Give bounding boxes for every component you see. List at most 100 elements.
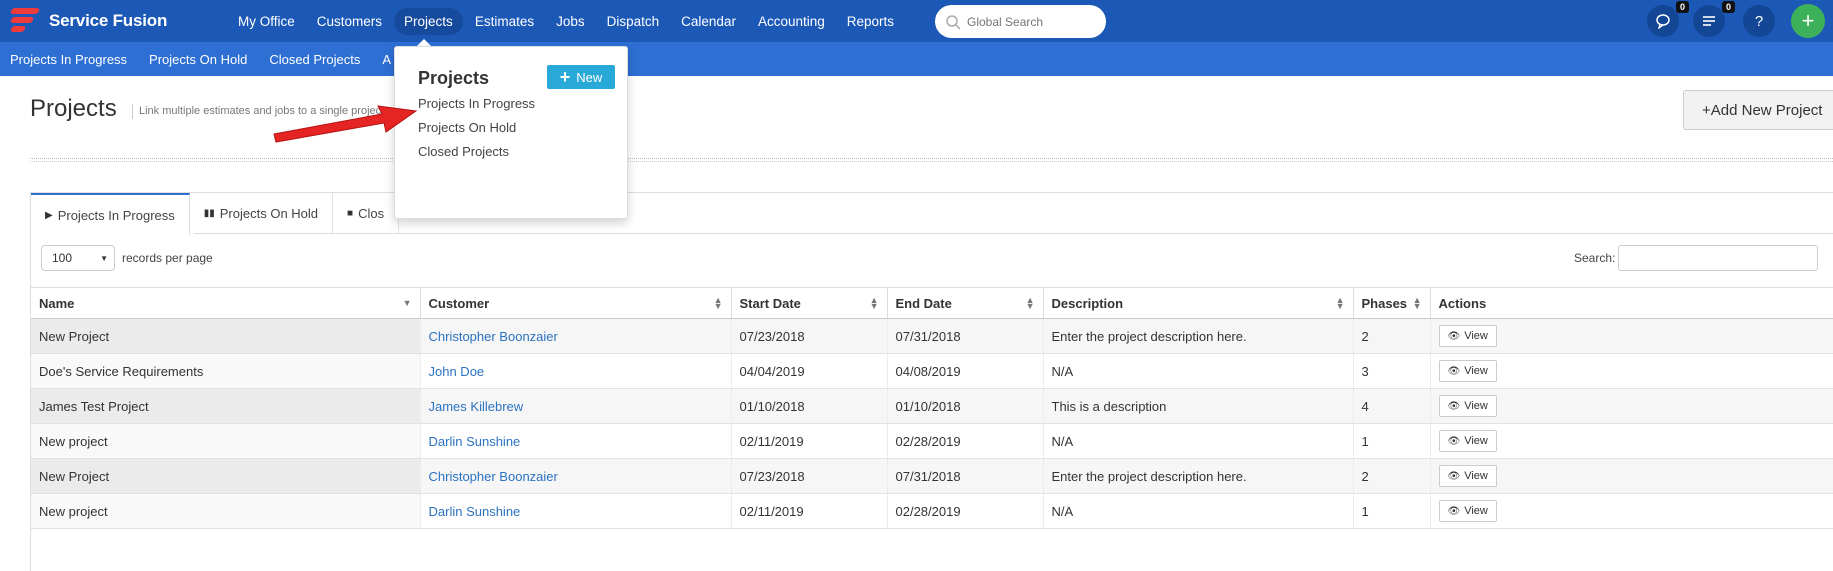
view-button[interactable]: 👁 View [1438,500,1497,522]
page-length-select[interactable]: 100 ▼ [41,245,115,271]
global-search[interactable] [935,5,1106,38]
divider [30,161,1833,162]
description: N/A [1043,493,1354,529]
end-date: 01/10/2018 [887,388,1044,424]
add-new-project-button[interactable]: +Add New Project [1683,90,1833,130]
sort-icon: ▲ ▼ [1412,295,1422,311]
table-row: New project Darlin Sunshine 02/11/2019 0… [31,423,1833,459]
description: Enter the project description here. [1043,458,1354,494]
pause-icon: ▮▮ [203,208,215,219]
table-search-label: Search: [1574,251,1616,265]
customer-link[interactable]: Christopher Boonzaier [429,469,558,484]
page-title: Projects [30,95,117,122]
brand-name: Service Fusion [49,11,168,30]
page-length-control: 100 ▼ records per page [41,245,213,271]
project-tabs: ▶ Projects In Progress ▮▮ Projects On Ho… [31,193,400,235]
description: N/A [1043,353,1354,389]
quick-add-button[interactable]: + [1791,4,1825,38]
end-date: 02/28/2019 [887,493,1044,529]
nav-jobs[interactable]: Jobs [546,8,595,35]
col-header-phases[interactable]: Phases ▲ ▼ [1353,287,1431,319]
tab-projects-on-hold[interactable]: ▮▮ Projects On Hold [190,193,334,234]
view-button[interactable]: 👁 View [1438,395,1497,417]
subnav-projects-in-progress[interactable]: Projects In Progress [10,52,127,67]
end-date: 02/28/2019 [887,423,1044,459]
global-search-input[interactable] [967,14,1092,29]
col-header-actions: Actions [1430,287,1833,319]
chat-count-badge: 0 [1675,1,1689,13]
table-row: Doe's Service Requirements John Doe 04/0… [31,353,1833,389]
red-arrow-annotation [273,105,418,143]
subnav-more[interactable]: A [382,52,391,67]
nav-reports[interactable]: Reports [837,8,904,35]
project-name: New Project [31,318,421,354]
description: This is a description [1043,388,1354,424]
view-button[interactable]: 👁 View [1438,430,1497,452]
end-date: 04/08/2019 [887,353,1044,389]
customer-link[interactable]: Darlin Sunshine [429,504,521,519]
eye-icon: 👁 [1447,505,1461,517]
phases: 1 [1353,423,1431,459]
col-header-end-date[interactable]: End Date ▲ ▼ [887,287,1044,319]
help-button[interactable]: ? [1743,5,1775,37]
nav-dispatch[interactable]: Dispatch [597,8,670,35]
tab-label: Clos [358,206,385,221]
table-search-input[interactable] [1618,245,1819,271]
sort-desc-icon: ▼ [402,298,412,308]
top-navbar: Service Fusion My Office Customers Proje… [0,0,1833,42]
tab-projects-in-progress[interactable]: ▶ Projects In Progress [31,193,190,235]
eye-icon: 👁 [1447,365,1461,377]
customer-link[interactable]: John Doe [429,364,485,379]
app-logo[interactable]: Service Fusion [7,5,167,37]
col-header-description[interactable]: Description ▲ ▼ [1043,287,1354,319]
help-icon: ? [1754,12,1764,30]
chat-button[interactable]: 0 [1647,1,1689,37]
col-header-name[interactable]: Name ▼ [31,287,421,319]
start-date: 07/23/2018 [731,318,888,354]
projects-panel: ▶ Projects In Progress ▮▮ Projects On Ho… [30,192,1833,571]
view-button[interactable]: 👁 View [1438,360,1497,382]
col-header-start-date[interactable]: Start Date ▲ ▼ [731,287,888,319]
tabs-divider [194,233,1833,234]
dropdown-item-projects-on-hold[interactable]: Projects On Hold [418,120,516,135]
subnav-projects-on-hold[interactable]: Projects On Hold [149,52,247,67]
col-header-customer[interactable]: Customer ▲ ▼ [420,287,732,319]
customer-link[interactable]: James Killebrew [429,399,524,414]
new-label: New [576,69,603,85]
end-date: 07/31/2018 [887,318,1044,354]
subnav-closed-projects[interactable]: Closed Projects [269,52,360,67]
project-name: New project [31,423,421,459]
nav-calendar[interactable]: Calendar [671,8,746,35]
notes-button[interactable]: 0 [1693,1,1735,37]
end-date: 07/31/2018 [887,458,1044,494]
nav-accounting[interactable]: Accounting [748,8,835,35]
plus-icon: + [559,67,571,87]
dropdown-item-projects-in-progress[interactable]: Projects In Progress [418,96,535,111]
table-row: New Project Christopher Boonzaier 07/23/… [31,458,1833,494]
new-project-button[interactable]: + New [547,65,615,89]
phases: 2 [1353,318,1431,354]
dropdown-item-closed-projects[interactable]: Closed Projects [418,144,509,159]
project-name: Doe's Service Requirements [31,353,421,389]
eye-icon: 👁 [1447,470,1461,482]
view-button[interactable]: 👁 View [1438,325,1497,347]
start-date: 01/10/2018 [731,388,888,424]
phases: 2 [1353,458,1431,494]
customer-link[interactable]: Christopher Boonzaier [429,329,558,344]
search-icon [946,14,961,30]
view-button[interactable]: 👁 View [1438,465,1497,487]
plus-icon: + [1801,8,1815,33]
table-search-control: Search: [1574,245,1819,271]
project-name: New Project [31,458,421,494]
customer-link[interactable]: Darlin Sunshine [429,434,521,449]
nav-estimates[interactable]: Estimates [465,8,544,35]
nav-my-office[interactable]: My Office [228,8,305,35]
nav-customers[interactable]: Customers [307,8,392,35]
logo-icon [7,6,41,36]
tab-closed-projects[interactable]: ■ Clos [333,193,400,234]
sub-navbar: Projects In Progress Projects On Hold Cl… [0,42,1833,76]
nav-projects[interactable]: Projects [394,7,463,35]
sort-icon: ▲ ▼ [1025,295,1035,311]
stop-icon: ■ [347,208,354,219]
start-date: 02/11/2019 [731,423,888,459]
